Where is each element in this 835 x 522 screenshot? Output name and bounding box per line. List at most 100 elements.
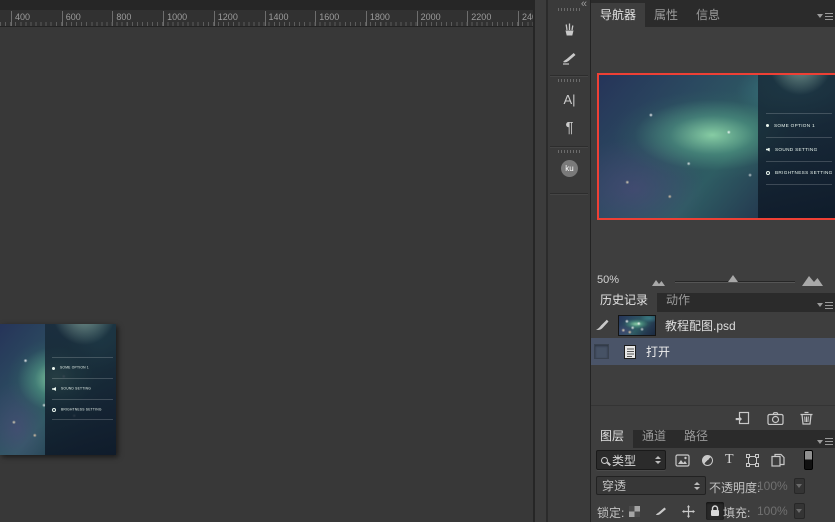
menu-item-option: SOME OPTION 1 (766, 113, 832, 137)
dock-separator (550, 193, 588, 194)
lock-all-button[interactable] (706, 502, 724, 520)
lock-transparent-pixels-button[interactable] (625, 502, 643, 520)
tab-navigator[interactable]: 导航器 (591, 3, 645, 27)
dock-separator (550, 146, 588, 147)
search-icon (601, 457, 608, 464)
ruler-label: 400 (11, 11, 30, 26)
layer-filtering-toggle[interactable] (804, 450, 813, 470)
menu-item-sound: SOUND SETTING (52, 378, 113, 399)
new-snapshot-camera-button[interactable] (767, 412, 784, 425)
zoom-in-icon[interactable] (801, 274, 825, 286)
ruler-label: 2200 (467, 11, 491, 26)
delete-trash-button[interactable] (800, 411, 813, 425)
zoom-slider-thumb[interactable] (728, 275, 738, 282)
opacity-label: 不透明度: (709, 479, 760, 496)
menu-item-brightness: BRIGHTNESS SETTING (52, 399, 113, 420)
lock-row: 锁定: (591, 500, 835, 522)
history-entry-label: 教程配图.psd (665, 317, 736, 334)
history-brush-source-well[interactable] (593, 316, 611, 334)
history-brush-icon (595, 318, 610, 332)
sound-icon (52, 387, 56, 391)
character-panel-icon: A| (563, 92, 575, 107)
filter-type-layers-button[interactable]: T (725, 452, 734, 468)
menu-item-sound: SOUND SETTING (766, 137, 832, 161)
dock-separator (550, 75, 588, 76)
dock-grip[interactable] (558, 8, 580, 11)
ruler-label: 2400 (518, 11, 533, 26)
brush-settings-panel-button[interactable] (548, 44, 591, 71)
lock-position-button[interactable] (679, 502, 697, 520)
panel-menu-icon[interactable] (817, 297, 833, 311)
zoom-value-field[interactable]: 50% (597, 274, 619, 286)
open-document[interactable]: SOME OPTION 1 SOUND SETTING BRIGHTNESS S… (0, 324, 116, 455)
ruler-label: 1200 (214, 11, 238, 26)
history-checkbox-well[interactable] (594, 344, 609, 359)
tab-properties[interactable]: 属性 (645, 3, 687, 27)
paragraph-panel-button[interactable]: ¶ (548, 114, 591, 141)
panel-menu-icon[interactable] (817, 434, 833, 448)
window-top-strip (0, 0, 533, 10)
blend-mode-row: 穿透 不透明度: 100% (591, 473, 835, 499)
navigator-preview[interactable]: SOME OPTION 1 SOUND SETTING BRIGHTNESS S… (597, 73, 835, 220)
canvas-pasteboard[interactable]: SOME OPTION 1 SOUND SETTING BRIGHTNESS S… (0, 27, 533, 522)
canvas-scrollbar-strip[interactable] (533, 0, 548, 522)
layer-filter-row: 类型 T (591, 448, 835, 472)
kuler-panel-button[interactable]: ku (548, 155, 591, 182)
ruler-label: 1000 (163, 11, 187, 26)
expand-dock-button[interactable]: « (581, 0, 587, 9)
opacity-value: 100% (757, 479, 788, 493)
ruler-label: 1600 (315, 11, 339, 26)
dropdown-stepper-icon (655, 456, 661, 464)
history-entry-open[interactable]: 打开 (591, 338, 835, 365)
blend-mode-value: 穿透 (602, 477, 626, 494)
fill-dropdown-arrow[interactable] (794, 503, 805, 519)
photoshop-window: 4006008001000120014001600180020002200240… (0, 0, 835, 522)
filter-shape-layers-button[interactable] (746, 454, 759, 467)
lock-image-pixels-button[interactable] (652, 502, 670, 520)
zoom-out-icon[interactable] (651, 278, 667, 286)
brush-presets-panel-button[interactable] (548, 16, 591, 43)
lock-label: 锁定: (597, 504, 624, 521)
new-document-from-state-button[interactable] (735, 411, 751, 425)
tab-info[interactable]: 信息 (687, 3, 729, 27)
panel-dock: 导航器 属性 信息 SOME OPTION 1 SOUND SETTING (591, 0, 835, 522)
dock-grip[interactable] (558, 79, 580, 82)
dock-grip[interactable] (558, 150, 580, 153)
menu-item-label: SOME OPTION 1 (60, 366, 89, 369)
blend-mode-dropdown[interactable]: 穿透 (596, 476, 706, 495)
menu-item-label: SOME OPTION 1 (774, 123, 815, 128)
filter-adjustment-layers-button[interactable] (702, 455, 713, 466)
filter-pixel-layers-button[interactable] (675, 454, 690, 467)
ruler-label: 2000 (417, 11, 441, 26)
collapsed-panel-dock: « A| ¶ ku (548, 0, 591, 522)
filter-smart-objects-button[interactable] (771, 453, 785, 467)
character-panel-button[interactable]: A| (548, 86, 591, 113)
menu-item-brightness: BRIGHTNESS SETTING (766, 161, 832, 185)
history-entry-snapshot[interactable]: 教程配图.psd (591, 312, 835, 338)
panel-menu-icon[interactable] (817, 8, 833, 22)
settings-panel-overlay: SOME OPTION 1 SOUND SETTING BRIGHTNESS S… (758, 75, 835, 218)
paragraph-panel-icon: ¶ (565, 119, 573, 136)
fill-field[interactable]: 100% (757, 502, 805, 520)
filter-type-dropdown[interactable]: 类型 (596, 450, 666, 470)
menu-item-label: BRIGHTNESS SETTING (61, 408, 102, 411)
fill-value: 100% (757, 504, 788, 518)
option-dot-icon (766, 124, 769, 127)
ruler-label: 600 (62, 11, 81, 26)
brightness-icon (766, 171, 770, 175)
opacity-dropdown-arrow[interactable] (794, 478, 805, 494)
tab-history[interactable]: 历史记录 (591, 288, 657, 312)
horizontal-ruler[interactable]: 4006008001000120014001600180020002200240… (0, 10, 533, 27)
tab-paths[interactable]: 路径 (675, 424, 717, 448)
menu-item-option: SOME OPTION 1 (52, 357, 113, 378)
open-step-icon (623, 344, 637, 360)
zoom-slider-track[interactable] (675, 281, 795, 283)
tab-actions[interactable]: 动作 (657, 288, 699, 312)
brush-presets-icon (561, 21, 578, 38)
opacity-field[interactable]: 100% (757, 477, 805, 495)
navigator-panel: SOME OPTION 1 SOUND SETTING BRIGHTNESS S… (591, 27, 835, 293)
ruler-label: 1800 (366, 11, 390, 26)
tab-channels[interactable]: 通道 (633, 424, 675, 448)
menu-item-label: SOUND SETTING (775, 147, 818, 152)
tab-layers[interactable]: 图层 (591, 424, 633, 448)
